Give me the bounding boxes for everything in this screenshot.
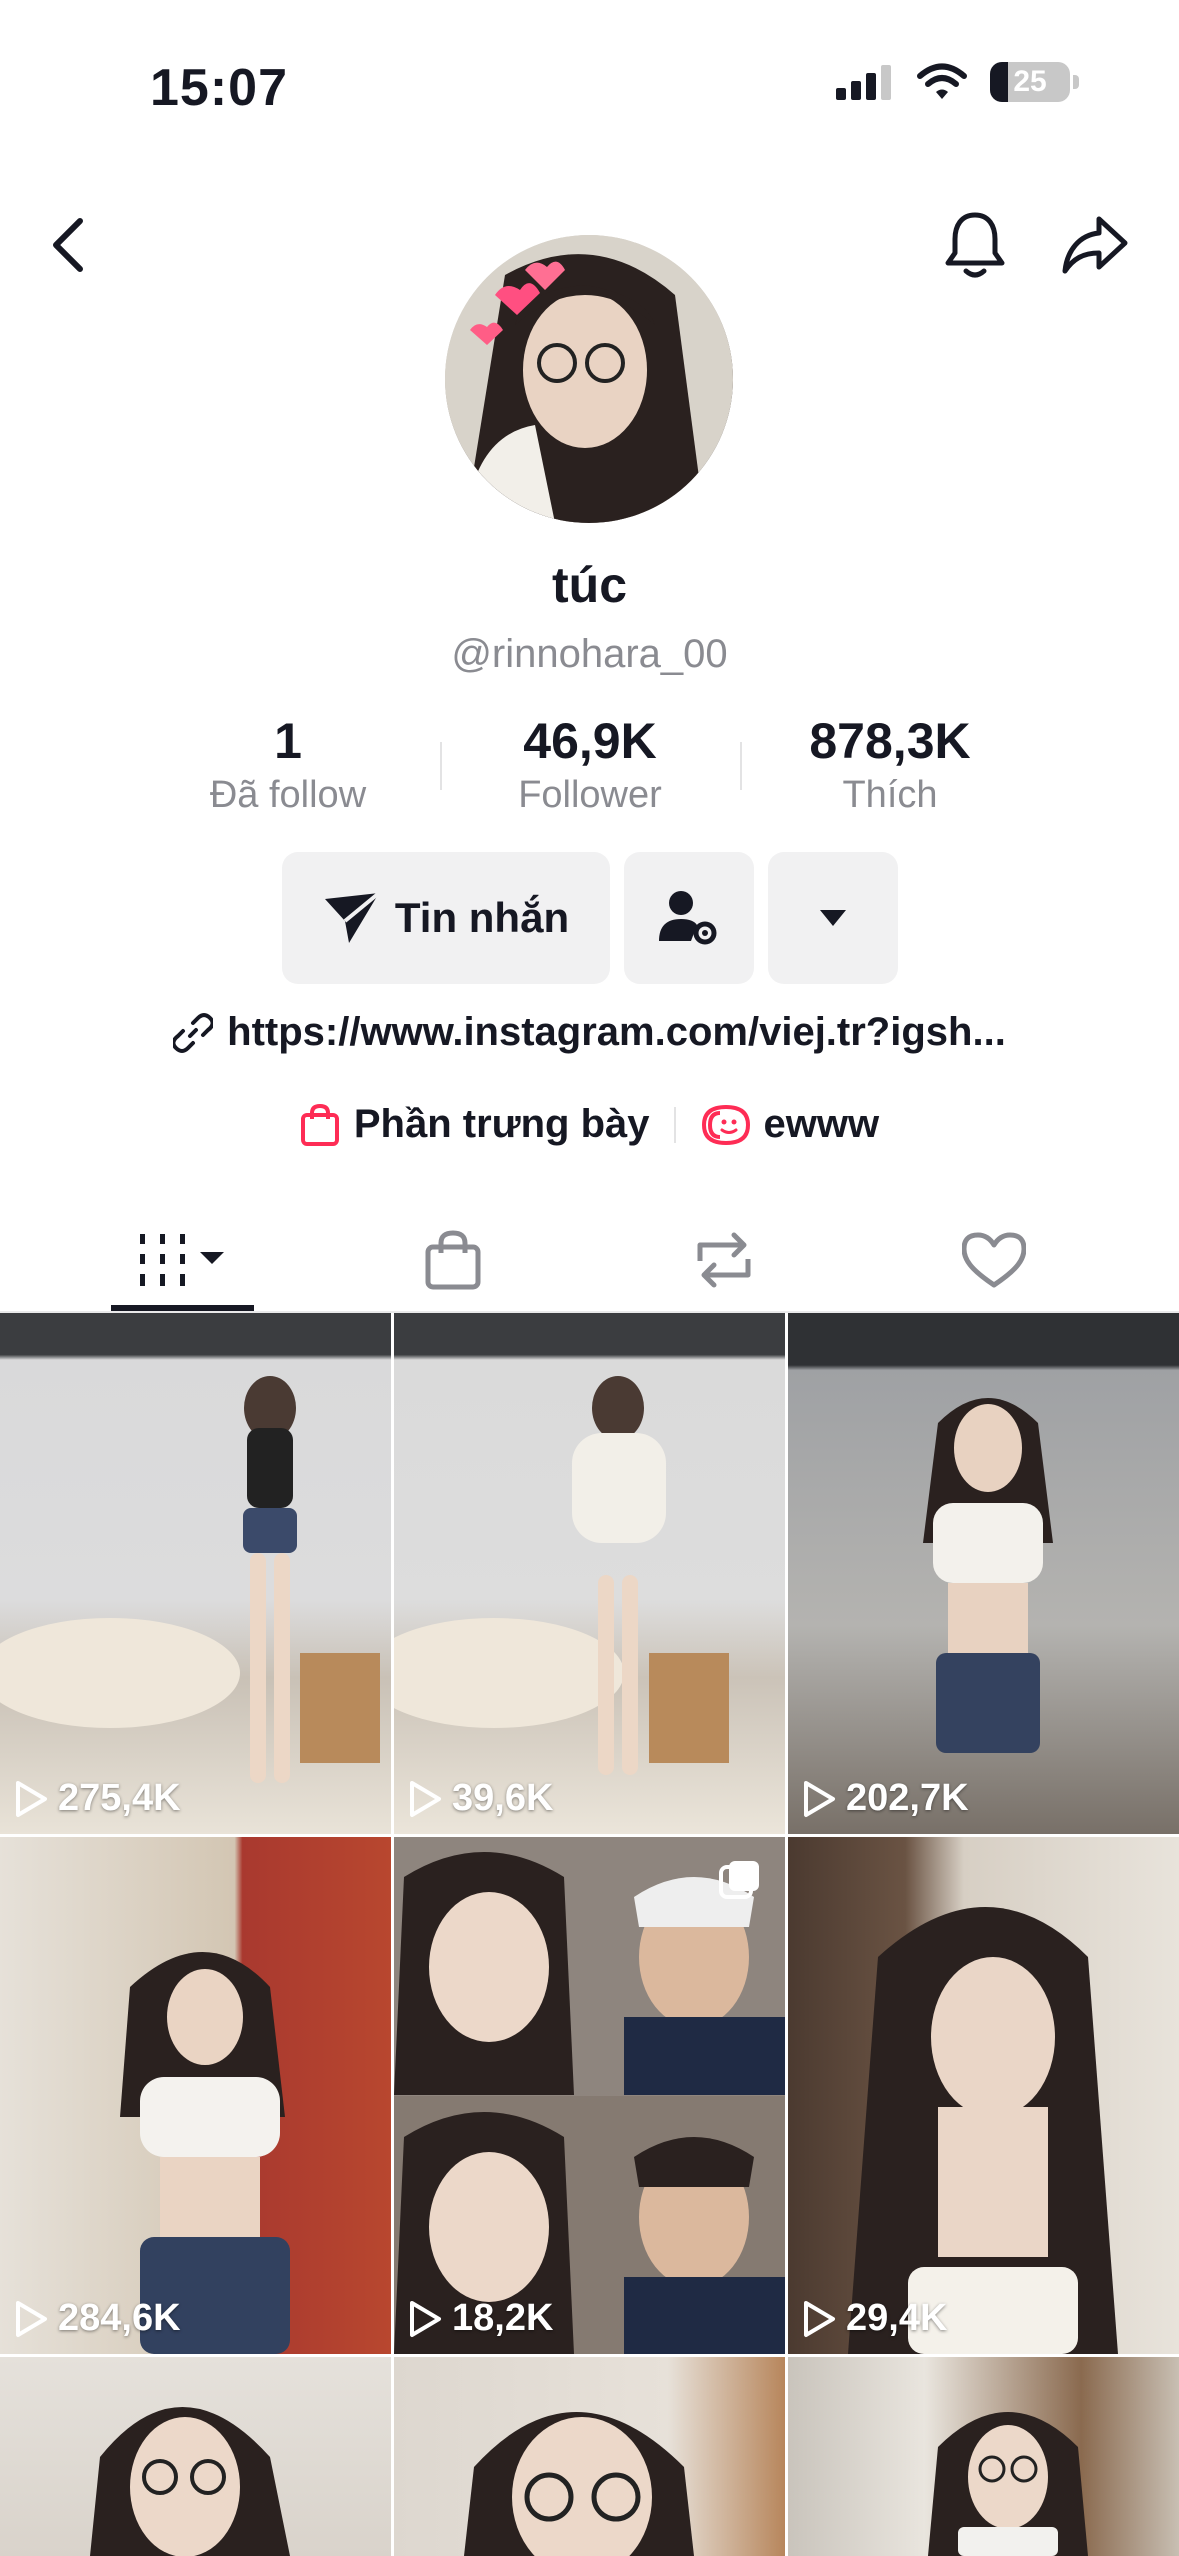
- profile-handle: @rinnohara_00: [451, 632, 728, 676]
- add-friend-button[interactable]: [624, 852, 754, 984]
- video-views: 29,4K: [802, 2297, 947, 2340]
- play-icon: [804, 2300, 835, 2337]
- tab-liked[interactable]: [847, 1210, 1141, 1310]
- video-thumbnail[interactable]: 284,6K: [0, 1837, 391, 2354]
- thumbnail-image: [848, 1907, 1118, 2354]
- tab-videos[interactable]: [36, 1210, 330, 1310]
- play-icon: [410, 2300, 441, 2337]
- play-icon: [16, 1780, 47, 1817]
- play-icon: [16, 2300, 47, 2337]
- thumbnail-image: [928, 2412, 1088, 2556]
- thumbnail-image: [90, 2407, 290, 2556]
- profile-name: túc: [552, 557, 627, 613]
- video-thumbnail[interactable]: [394, 2357, 785, 2556]
- video-thumbnail[interactable]: 275,4K: [0, 1313, 391, 1834]
- likes-stat[interactable]: 878,3K Thích: [740, 712, 1040, 817]
- bell-icon: [945, 212, 1005, 278]
- link-icon: [173, 1012, 214, 1053]
- caret-down-icon: [820, 910, 846, 926]
- message-button-label: Tin nhắn: [394, 894, 570, 941]
- play-icon: [804, 1780, 835, 1817]
- video-thumbnail[interactable]: 202,7K: [788, 1313, 1179, 1834]
- back-button[interactable]: [30, 200, 106, 290]
- likes-count: 878,3K: [809, 713, 971, 769]
- play-icon: [410, 1780, 441, 1817]
- following-count: 1: [274, 713, 302, 769]
- video-thumbnail[interactable]: [788, 2357, 1179, 2556]
- thumbnail-image: [0, 1376, 380, 1783]
- video-thumbnail[interactable]: 39,6K: [394, 1313, 785, 1834]
- followers-stat[interactable]: 46,9K Follower: [440, 712, 740, 817]
- showcase-link[interactable]: Phần trưng bày: [300, 1102, 650, 1147]
- thumbnail-image: [464, 2412, 694, 2556]
- share-icon: [1062, 216, 1128, 274]
- video-views: 275,4K: [14, 1777, 181, 1820]
- notification-button[interactable]: [930, 200, 1020, 290]
- tab-reposts[interactable]: [577, 1210, 871, 1310]
- share-button[interactable]: [1050, 200, 1140, 290]
- playlist-link[interactable]: ewww: [700, 1102, 880, 1147]
- followers-count: 46,9K: [523, 713, 657, 769]
- showcase-label: Phần trưng bày: [353, 1102, 650, 1146]
- send-icon: [324, 891, 381, 943]
- thumbnail-image: [394, 1376, 729, 1775]
- shopping-bag-icon: [300, 1103, 339, 1146]
- status-time: 15:07: [150, 59, 288, 117]
- bio-link-text: https://www.instagram.com/viej.tr?igsh..…: [227, 1010, 1006, 1054]
- video-thumbnail[interactable]: 18,2K: [394, 1837, 785, 2354]
- tab-shop[interactable]: [306, 1210, 600, 1310]
- battery-indicator: 25: [990, 62, 1070, 102]
- avatar-image: [445, 235, 733, 523]
- followers-label: Follower: [518, 774, 662, 816]
- shop-tab-icon: [425, 1230, 481, 1290]
- back-icon: [53, 218, 83, 272]
- likes-label: Thích: [842, 774, 938, 816]
- following-stat[interactable]: 1 Đã follow: [138, 712, 438, 817]
- bio-link[interactable]: https://www.instagram.com/viej.tr?igsh..…: [0, 1010, 1179, 1055]
- message-button[interactable]: Tin nhắn: [282, 852, 610, 984]
- video-views: 284,6K: [14, 2297, 181, 2340]
- playlist-label: ewww: [763, 1102, 880, 1146]
- profile-avatar[interactable]: [445, 235, 733, 523]
- thumbnail-image: [120, 1952, 290, 2354]
- showcase-divider: [673, 1106, 676, 1143]
- video-thumbnail[interactable]: 29,4K: [788, 1837, 1179, 2354]
- multi-photo-icon: [719, 1861, 759, 1899]
- videos-grid-icon: [140, 1234, 224, 1286]
- status-icons: 25: [836, 62, 1079, 102]
- repost-icon: [697, 1232, 751, 1288]
- thumbnail-image: [923, 1398, 1053, 1753]
- thumbnail-image: [394, 1837, 785, 2354]
- video-views: 39,6K: [408, 1777, 553, 1820]
- cellular-signal-icon: [836, 65, 891, 100]
- more-options-button[interactable]: [768, 852, 898, 984]
- add-user-settings-icon: [659, 891, 717, 945]
- heart-icon: [962, 1232, 1026, 1288]
- video-views: 18,2K: [408, 2297, 553, 2340]
- video-thumbnail[interactable]: [0, 2357, 391, 2556]
- wifi-icon: [917, 63, 967, 99]
- showcase-row: Phần trưng bày ewww: [0, 1102, 1179, 1147]
- video-views: 202,7K: [802, 1777, 969, 1820]
- following-label: Đã follow: [209, 774, 367, 816]
- playlist-icon: [701, 1104, 750, 1145]
